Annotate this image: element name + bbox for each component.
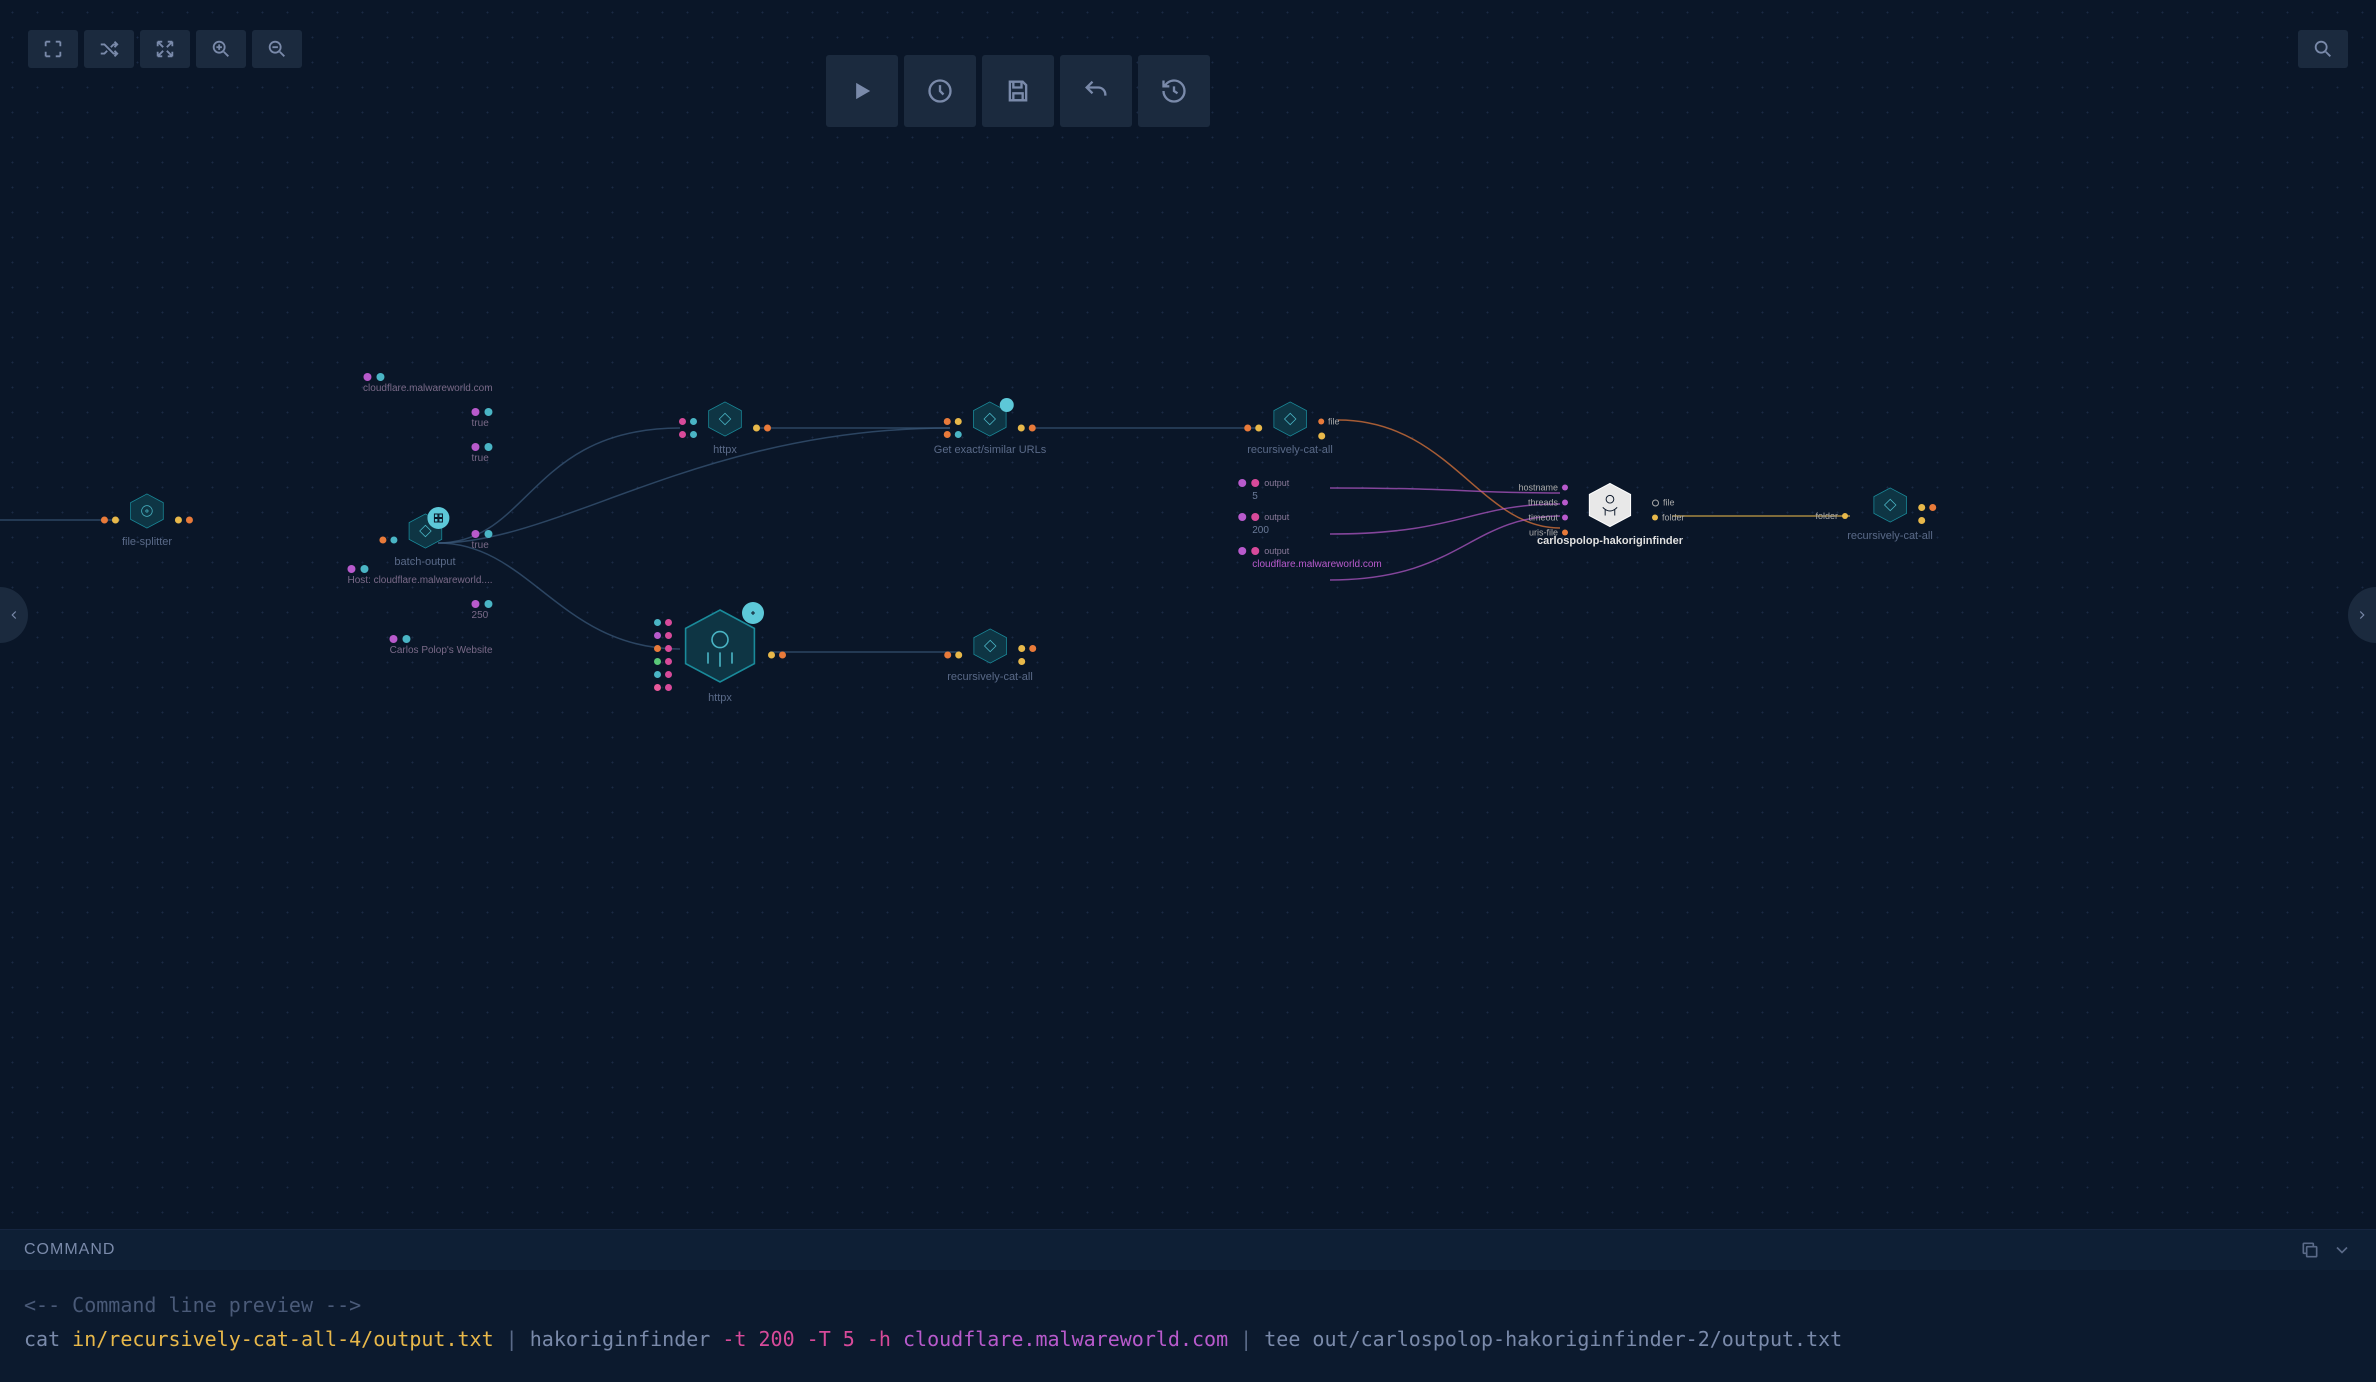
view-controls-left [28, 30, 302, 68]
node-batch-output[interactable]: batch-output [394, 512, 455, 568]
node-label: recursively-cat-all [947, 671, 1033, 683]
copy-icon[interactable] [2300, 1240, 2320, 1260]
command-line: cat in/recursively-cat-all-4/output.txt … [24, 1322, 2352, 1356]
command-body: <-- Command line preview --> cat in/recu… [0, 1270, 2376, 1382]
node-httpx-2[interactable]: httpx [680, 606, 760, 704]
recursively3-input-label: folder [1815, 511, 1848, 521]
search-control [2298, 30, 2348, 68]
node-layer: file-splitter cloudflare.malwareworld.co… [0, 0, 2376, 1229]
run-controls [826, 55, 1210, 127]
node-label: httpx [706, 444, 744, 456]
fullscreen-button[interactable] [28, 30, 78, 68]
badge-icon [427, 507, 449, 529]
badge-icon [742, 602, 764, 624]
node-recursively-1[interactable]: file recursively-cat-all [1247, 400, 1333, 456]
node-label: file-splitter [122, 536, 172, 548]
shuffle-button[interactable] [84, 30, 134, 68]
zoom-in-button[interactable] [196, 30, 246, 68]
hakorigin-params: output5 output200 outputcloudflare.malwa… [1238, 478, 1382, 570]
node-get-urls[interactable]: Get exact/similar URLs [934, 400, 1046, 456]
node-httpx-1[interactable]: httpx [706, 400, 744, 456]
play-button[interactable] [826, 55, 898, 127]
search-button[interactable] [2298, 30, 2348, 68]
command-title: COMMAND [24, 1241, 115, 1259]
node-label: httpx [680, 692, 760, 704]
expand-button[interactable] [140, 30, 190, 68]
node-label: recursively-cat-all [1247, 444, 1333, 456]
status-dot [1000, 398, 1014, 412]
node-recursively-2[interactable]: recursively-cat-all [947, 627, 1033, 683]
node-label: Get exact/similar URLs [934, 444, 1046, 456]
node-recursively-3[interactable]: recursively-cat-all [1847, 486, 1933, 542]
history-button[interactable] [1138, 55, 1210, 127]
chevron-down-icon[interactable] [2332, 1240, 2352, 1260]
canvas[interactable]: file-splitter cloudflare.malwareworld.co… [0, 0, 2376, 1229]
schedule-button[interactable] [904, 55, 976, 127]
save-button[interactable] [982, 55, 1054, 127]
node-label: recursively-cat-all [1847, 530, 1933, 542]
node-label: batch-output [394, 556, 455, 568]
undo-button[interactable] [1060, 55, 1132, 127]
command-panel: COMMAND <-- Command line preview --> cat… [0, 1229, 2376, 1382]
zoom-out-button[interactable] [252, 30, 302, 68]
app: file-splitter cloudflare.malwareworld.co… [0, 0, 2376, 1382]
node-file-splitter[interactable]: file-splitter [122, 492, 172, 548]
node-label: carlospolop-hakoriginfinder [1537, 535, 1683, 547]
command-header: COMMAND [0, 1230, 2376, 1270]
hakorigin-outputs: file folder [1652, 498, 1685, 523]
command-comment: <-- Command line preview --> [24, 1288, 2352, 1322]
